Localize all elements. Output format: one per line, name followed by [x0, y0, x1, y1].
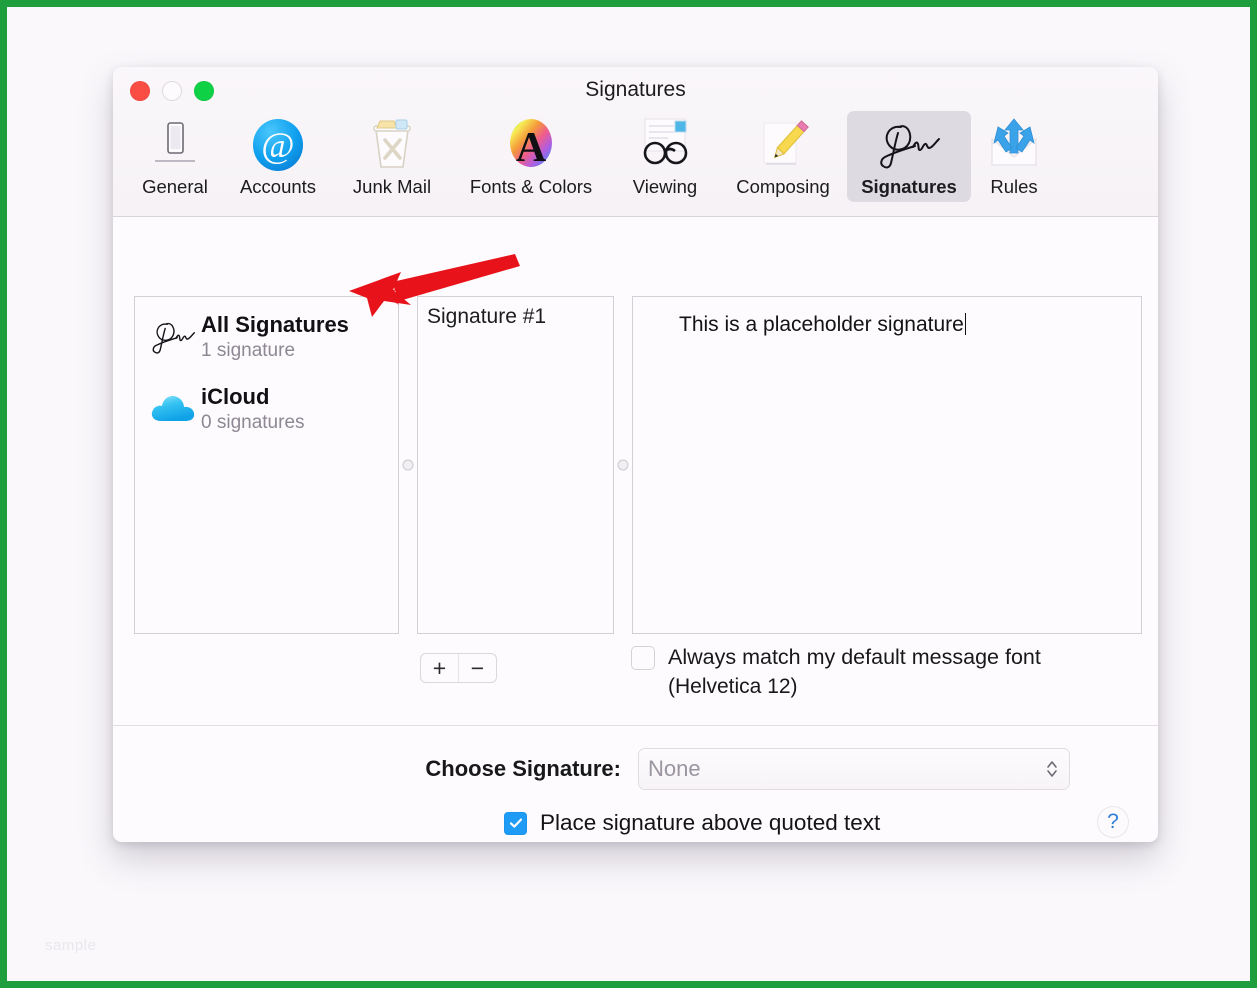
signature-editor-text: This is a placeholder signature: [679, 313, 964, 336]
account-text: iCloud 0 signatures: [201, 381, 305, 435]
help-button[interactable]: ?: [1098, 807, 1128, 837]
account-count: 0 signatures: [201, 411, 305, 433]
place-signature-checkbox[interactable]: [504, 811, 527, 835]
toolbar-item-junk-mail[interactable]: Junk Mail: [333, 111, 451, 202]
default-font-sublabel: (Helvetica 12): [668, 674, 798, 698]
toolbar-label: Signatures: [861, 176, 957, 197]
toolbar-label: Viewing: [632, 176, 698, 197]
iphone-general-icon: [129, 117, 221, 173]
svg-text:@: @: [261, 125, 294, 165]
toolbar-label: Rules: [990, 176, 1038, 197]
glasses-icon: [613, 117, 717, 173]
signatures-pane: All Signatures 1 signature iCloud 0 sign…: [113, 217, 1158, 842]
always-match-font-checkbox[interactable]: [632, 647, 654, 669]
add-signature-button[interactable]: +: [421, 654, 458, 682]
toolbar-label: Composing: [736, 176, 830, 197]
toolbar-item-rules[interactable]: Rules: [971, 111, 1057, 202]
pencil-icon: [721, 117, 845, 173]
account-name: iCloud: [201, 384, 270, 409]
toolbar-item-signatures[interactable]: Signatures: [847, 111, 971, 202]
signature-icon: [849, 117, 969, 173]
always-match-font-label: Always match my default message font: [668, 645, 1041, 669]
junk-trash-icon: [335, 117, 449, 173]
chevron-updown-icon: [1045, 759, 1059, 779]
toolbar-item-general[interactable]: General: [127, 111, 223, 202]
window-titlebar: Signatures General @ Accounts Junk Mail …: [113, 67, 1158, 217]
signature-add-remove-group: + −: [421, 654, 496, 682]
pane-divider-right[interactable]: [614, 296, 632, 634]
font-match-group: Always match my default message font (He…: [632, 644, 1112, 699]
account-name: All Signatures: [201, 312, 349, 337]
text-caret: [964, 313, 967, 335]
toolbar-item-composing[interactable]: Composing: [719, 111, 847, 202]
mail-preferences-window: Signatures General @ Accounts Junk Mail …: [113, 67, 1158, 842]
account-text: All Signatures 1 signature: [201, 309, 349, 363]
icloud-icon: [145, 381, 201, 437]
account-count: 1 signature: [201, 339, 296, 361]
toolbar-item-viewing[interactable]: Viewing: [611, 111, 719, 202]
place-signature-row: Place signature above quoted text: [113, 810, 1158, 836]
blue-arrows-icon: [973, 117, 1055, 173]
signature-editor-pane[interactable]: This is a placeholder signature: [632, 296, 1142, 634]
preferences-toolbar: General @ Accounts Junk Mail A Fonts & C…: [127, 111, 1148, 202]
resize-grip-right[interactable]: [617, 459, 629, 471]
three-column-panes: All Signatures 1 signature iCloud 0 sign…: [134, 296, 1142, 634]
signature-editor[interactable]: This is a placeholder signature: [633, 297, 1141, 633]
font-match-row: Always match my default message font: [632, 644, 1112, 672]
signature-list-item[interactable]: Signature #1: [418, 297, 613, 333]
checkmark-icon: [509, 818, 522, 828]
pane-divider-left[interactable]: [399, 296, 417, 634]
toolbar-label: Fonts & Colors: [469, 176, 593, 197]
font-color-wheel-icon: A: [453, 117, 609, 173]
svg-text:A: A: [516, 125, 547, 171]
toolbar-label: Accounts: [239, 176, 317, 197]
choose-signature-label: Choose Signature:: [425, 756, 621, 781]
choose-signature-value: None: [648, 756, 701, 781]
signature-icon: [145, 309, 201, 365]
accounts-list-pane[interactable]: All Signatures 1 signature iCloud 0 sign…: [134, 296, 399, 634]
place-signature-label: Place signature above quoted text: [540, 810, 881, 835]
toolbar-item-accounts[interactable]: @ Accounts: [223, 111, 333, 202]
remove-signature-button[interactable]: −: [458, 654, 496, 682]
choose-signature-dropdown[interactable]: None: [639, 749, 1069, 789]
place-signature-inner: Place signature above quoted text: [504, 810, 880, 836]
page-watermark: sample: [45, 937, 97, 954]
signature-list-pane[interactable]: Signature #1: [417, 296, 614, 634]
toolbar-item-fonts-colors[interactable]: A Fonts & Colors: [451, 111, 611, 202]
toolbar-label: Junk Mail: [352, 176, 432, 197]
section-divider: [113, 725, 1158, 726]
account-row-icloud[interactable]: iCloud 0 signatures: [135, 369, 398, 441]
choose-signature-row: Choose Signature: None: [113, 749, 1158, 789]
at-sign-icon: @: [225, 117, 331, 173]
account-row-all-signatures[interactable]: All Signatures 1 signature: [135, 297, 398, 369]
toolbar-label: General: [142, 176, 208, 197]
resize-grip-left[interactable]: [402, 459, 414, 471]
window-title: Signatures: [585, 78, 686, 101]
